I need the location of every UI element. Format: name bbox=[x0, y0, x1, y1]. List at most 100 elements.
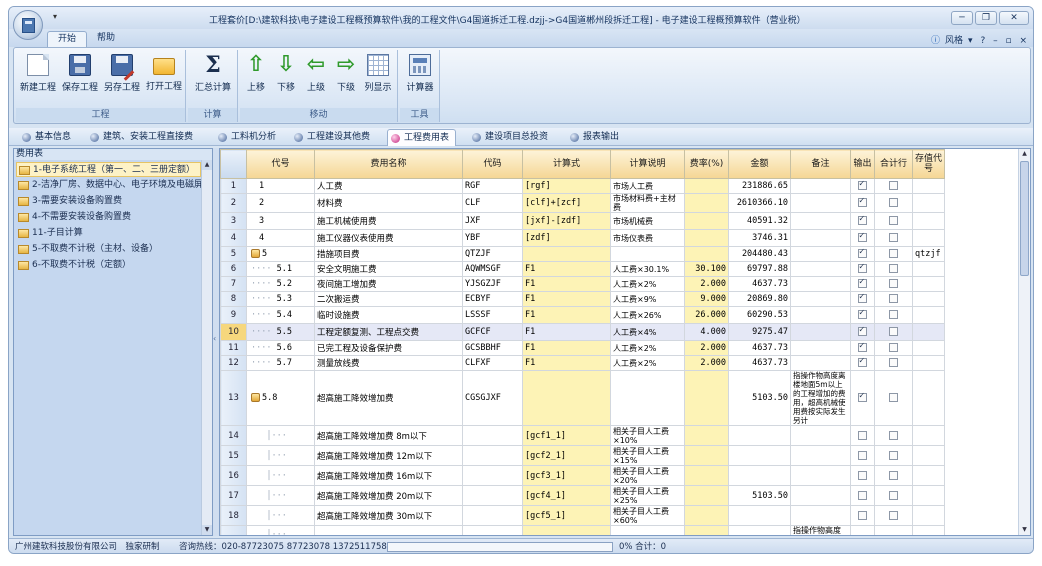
rate-cell[interactable]: 2.000 bbox=[684, 276, 729, 292]
formula-cell[interactable]: F1 bbox=[522, 291, 611, 307]
store-code-cell[interactable] bbox=[912, 370, 945, 426]
code-cell[interactable]: │··· bbox=[246, 525, 315, 535]
tree-item[interactable]: 3-需要安装设备购置费 bbox=[16, 194, 201, 209]
output-cell[interactable] bbox=[850, 178, 875, 194]
total-cell[interactable] bbox=[874, 323, 913, 341]
tab-total-investment[interactable]: 建设项目总投资 bbox=[469, 129, 548, 146]
amount-cell[interactable]: 3746.31 bbox=[728, 229, 791, 247]
output-checkbox[interactable] bbox=[858, 430, 867, 440]
amount-cell[interactable]: 4637.73 bbox=[728, 276, 791, 292]
formula-cell[interactable]: F1 bbox=[522, 306, 611, 324]
column-header[interactable]: 代号 bbox=[246, 149, 315, 179]
key-cell[interactable]: YJSGZJF bbox=[462, 276, 523, 292]
key-cell[interactable] bbox=[462, 425, 523, 446]
row-number[interactable]: 14 bbox=[220, 425, 247, 446]
formula-desc-cell[interactable]: 市场人工费 bbox=[610, 178, 685, 194]
amount-cell[interactable]: 69797.88 bbox=[728, 261, 791, 277]
total-checkbox[interactable] bbox=[889, 310, 898, 319]
output-checkbox[interactable] bbox=[858, 510, 867, 520]
fee-name-cell[interactable]: 施工仪器仪表使用费 bbox=[314, 229, 463, 247]
formula-cell[interactable]: F1 bbox=[522, 261, 611, 277]
rate-cell[interactable] bbox=[684, 178, 729, 194]
move-up-button[interactable]: ⇧ 上移 bbox=[242, 52, 270, 102]
key-cell[interactable] bbox=[462, 445, 523, 466]
total-cell[interactable] bbox=[874, 193, 913, 213]
column-header[interactable]: 备注 bbox=[790, 149, 851, 179]
store-code-cell[interactable] bbox=[912, 178, 945, 194]
rate-cell[interactable]: 2.000 bbox=[684, 340, 729, 356]
formula-cell[interactable]: [gcf3_1] bbox=[522, 465, 611, 486]
ribbon-restore-button[interactable]: ▫ bbox=[1005, 36, 1011, 46]
table-row[interactable]: 12 ···· 5.7 测量放线费 CLFXF F1 人工费×2% 2.000 4637.73 bbox=[220, 355, 945, 371]
table-row[interactable]: │··· 指操作物高度在6 bbox=[220, 525, 945, 535]
scroll-up-icon[interactable]: ▲ bbox=[202, 160, 212, 170]
rate-cell[interactable] bbox=[684, 370, 729, 426]
note-cell[interactable] bbox=[790, 229, 851, 247]
row-number[interactable]: 17 bbox=[220, 485, 247, 506]
rate-cell[interactable] bbox=[684, 445, 729, 466]
table-row[interactable]: 3 3 施工机械使用费 JXF [jxf]-[zdf] 市场机械费 40591.32 bbox=[220, 212, 945, 230]
summary-calc-button[interactable]: Σ 汇总计算 bbox=[191, 52, 235, 102]
code-cell[interactable]: │··· bbox=[246, 445, 315, 466]
output-checkbox[interactable] bbox=[858, 248, 867, 258]
store-code-cell[interactable] bbox=[912, 505, 945, 526]
table-row[interactable]: 1 1 人工费 RGF [rgf] 市场人工费 231886.65 bbox=[220, 178, 945, 194]
output-cell[interactable] bbox=[850, 306, 875, 324]
total-cell[interactable] bbox=[874, 355, 913, 371]
output-cell[interactable] bbox=[850, 276, 875, 292]
store-code-cell[interactable] bbox=[912, 445, 945, 466]
total-cell[interactable] bbox=[874, 340, 913, 356]
row-number[interactable]: 11 bbox=[220, 340, 247, 356]
column-header[interactable]: 代码 bbox=[462, 149, 523, 179]
row-number[interactable]: 18 bbox=[220, 505, 247, 526]
key-cell[interactable]: JXF bbox=[462, 212, 523, 230]
code-cell[interactable]: 5.8 bbox=[246, 370, 315, 426]
row-number[interactable]: 16 bbox=[220, 465, 247, 486]
store-code-cell[interactable] bbox=[912, 525, 945, 535]
note-cell[interactable] bbox=[790, 246, 851, 262]
key-cell[interactable]: CLF bbox=[462, 193, 523, 213]
note-cell[interactable] bbox=[790, 212, 851, 230]
total-checkbox[interactable] bbox=[889, 233, 898, 242]
rate-cell[interactable]: 9.000 bbox=[684, 291, 729, 307]
store-code-cell[interactable] bbox=[912, 323, 945, 341]
formula-desc-cell[interactable]: 人工费×4% bbox=[610, 323, 685, 341]
output-cell[interactable] bbox=[850, 445, 875, 466]
key-cell[interactable]: LSSSF bbox=[462, 306, 523, 324]
fee-name-cell[interactable]: 措施项目费 bbox=[314, 246, 463, 262]
level-up-button[interactable]: ⇦ 上级 bbox=[302, 52, 330, 102]
total-checkbox[interactable] bbox=[889, 343, 898, 352]
fee-name-cell[interactable]: 超高施工降效增加费 30m以下 bbox=[314, 505, 463, 526]
tab-report-output[interactable]: 报表输出 bbox=[567, 129, 619, 146]
table-row[interactable]: 10 ···· 5.5 工程定额复测、工程点交费 GCFCF F1 人工费×4% 4.000… bbox=[220, 323, 945, 341]
output-checkbox[interactable] bbox=[858, 450, 867, 460]
fee-name-cell[interactable]: 超高施工降效增加费 8m以下 bbox=[314, 425, 463, 446]
save-as-project-button[interactable]: 另存工程 bbox=[102, 52, 142, 102]
expand-toggle-icon[interactable] bbox=[251, 249, 260, 258]
row-number[interactable]: 2 bbox=[220, 193, 247, 213]
output-checkbox[interactable] bbox=[858, 293, 867, 303]
amount-cell[interactable]: 2610366.10 bbox=[728, 193, 791, 213]
store-code-cell[interactable] bbox=[912, 193, 945, 213]
table-row[interactable]: 13 5.8 超高施工降效增加费 CGSGJXF 5103.50 指操作物高度离楼地面5m… bbox=[220, 370, 945, 426]
tab-direct-cost[interactable]: 建筑、安装工程直接费 bbox=[87, 129, 193, 146]
row-number[interactable]: 13 bbox=[220, 370, 247, 426]
note-cell[interactable]: 指操作物高度在6 bbox=[790, 525, 851, 535]
output-cell[interactable] bbox=[850, 465, 875, 486]
output-checkbox[interactable] bbox=[858, 180, 867, 190]
key-cell[interactable]: RGF bbox=[462, 178, 523, 194]
key-cell[interactable]: QTZJF bbox=[462, 246, 523, 262]
total-checkbox[interactable] bbox=[889, 358, 898, 367]
formula-desc-cell[interactable]: 相关子目人工费×20% bbox=[610, 465, 685, 486]
note-cell[interactable] bbox=[790, 505, 851, 526]
code-cell[interactable]: ···· 5.2 bbox=[246, 276, 315, 292]
fee-name-cell[interactable]: 施工机械使用费 bbox=[314, 212, 463, 230]
rate-cell[interactable] bbox=[684, 229, 729, 247]
chevron-down-icon[interactable]: ▾ bbox=[968, 36, 973, 46]
row-number[interactable]: 9 bbox=[220, 306, 247, 324]
key-cell[interactable] bbox=[462, 485, 523, 506]
total-checkbox[interactable] bbox=[889, 181, 898, 190]
total-cell[interactable] bbox=[874, 306, 913, 324]
total-checkbox[interactable] bbox=[889, 198, 898, 207]
total-checkbox[interactable] bbox=[889, 264, 898, 273]
